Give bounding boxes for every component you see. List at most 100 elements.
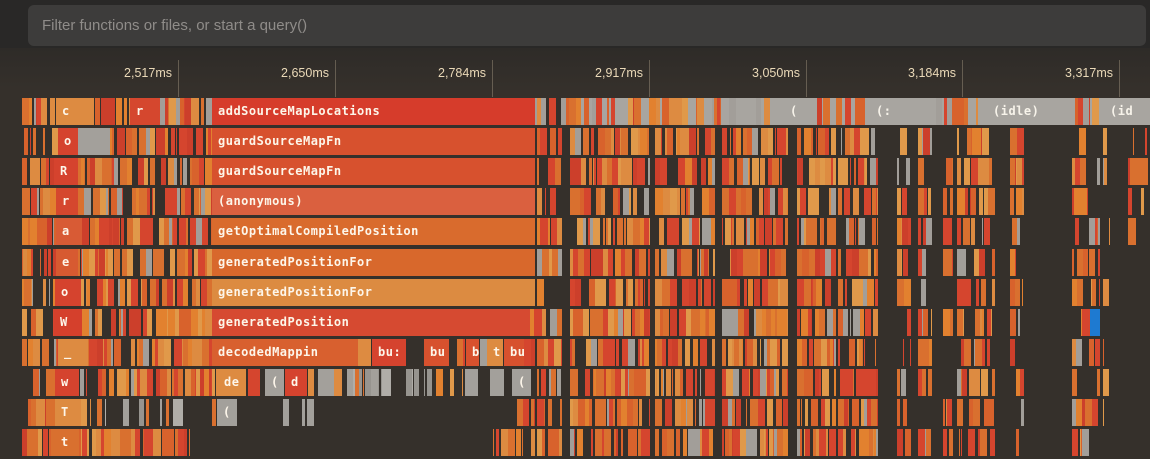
flame-stripe[interactable] — [359, 369, 362, 396]
flame-stripe[interactable] — [171, 128, 175, 155]
flame-stripe[interactable] — [802, 339, 807, 366]
flame-stripe[interactable] — [570, 369, 578, 396]
flame-stripe[interactable] — [131, 279, 138, 306]
flame-stripe[interactable] — [540, 128, 547, 155]
flame-stripe[interactable] — [1097, 369, 1100, 396]
flame-stripe[interactable] — [865, 309, 871, 336]
flame-stripe[interactable] — [689, 128, 696, 155]
flame-stripe[interactable] — [550, 128, 556, 155]
flame-stripe[interactable] — [36, 399, 45, 426]
flame-stripe[interactable] — [750, 218, 754, 245]
flame-stripe[interactable] — [24, 128, 28, 155]
flame-stripe[interactable] — [1103, 369, 1109, 396]
flame-stripe[interactable] — [1098, 218, 1100, 245]
flame-stripe[interactable] — [853, 309, 860, 336]
flame-bar[interactable]: decodedMappin — [212, 339, 358, 366]
flame-stripe[interactable] — [722, 188, 729, 215]
flame-stripe[interactable] — [733, 369, 739, 396]
flame-stripe[interactable] — [1098, 249, 1100, 276]
flame-stripe[interactable] — [705, 399, 715, 426]
flame-stripe[interactable] — [849, 218, 854, 245]
flame-stripe[interactable] — [120, 158, 127, 185]
flame-stripe[interactable] — [841, 128, 842, 155]
flame-stripe[interactable] — [709, 188, 715, 215]
flame-stripe[interactable] — [943, 218, 952, 245]
flame-stripe[interactable] — [850, 158, 851, 185]
flame-stripe[interactable] — [752, 158, 759, 185]
flame-stripe[interactable] — [959, 429, 960, 456]
flame-stripe[interactable] — [826, 429, 828, 456]
flame-stripe[interactable] — [876, 158, 878, 185]
flame-stripe[interactable] — [1021, 399, 1024, 426]
flame-stripe[interactable] — [902, 188, 907, 215]
flame-stripe[interactable] — [811, 218, 817, 245]
flame-bar[interactable]: t — [487, 339, 503, 366]
flame-stripe[interactable] — [713, 279, 715, 306]
flame-stripe[interactable] — [992, 279, 995, 306]
flame-stripe[interactable] — [833, 309, 836, 336]
flame-stripe[interactable] — [679, 309, 686, 336]
flame-stripe[interactable] — [121, 218, 124, 245]
flame-stripe[interactable] — [1083, 249, 1088, 276]
flame-stripe[interactable] — [709, 309, 715, 336]
flame-stripe[interactable] — [133, 218, 140, 245]
flame-stripe[interactable] — [150, 128, 155, 155]
flame-stripe[interactable] — [603, 218, 605, 245]
flame-stripe[interactable] — [720, 98, 721, 125]
flame-stripe[interactable] — [111, 339, 113, 366]
flame-stripe[interactable] — [963, 218, 970, 245]
flame-stripe[interactable] — [776, 218, 783, 245]
flame-stripe[interactable] — [781, 249, 786, 276]
flame-stripe[interactable] — [655, 188, 663, 215]
flame-stripe[interactable] — [202, 218, 208, 245]
flame-stripe[interactable] — [608, 249, 613, 276]
flame-stripe[interactable] — [371, 369, 378, 396]
flame-stripe[interactable] — [930, 128, 932, 155]
flame-stripe[interactable] — [865, 158, 867, 185]
flame-stripe[interactable] — [147, 309, 152, 336]
flame-stripe[interactable] — [787, 188, 788, 215]
flame-stripe[interactable] — [732, 399, 735, 426]
flame-stripe[interactable] — [876, 249, 878, 276]
flame-stripe[interactable] — [800, 188, 806, 215]
flame-stripe[interactable] — [38, 429, 42, 456]
flame-stripe[interactable] — [22, 188, 30, 215]
flame-stripe[interactable] — [1020, 369, 1024, 396]
flame-stripe[interactable] — [170, 249, 175, 276]
flame-stripe[interactable] — [811, 309, 812, 336]
flame-stripe[interactable] — [557, 218, 562, 245]
flame-stripe[interactable] — [823, 98, 830, 125]
flame-stripe[interactable] — [783, 429, 788, 456]
flame-stripe[interactable] — [854, 158, 856, 185]
flame-stripe[interactable] — [146, 399, 149, 426]
flame-stripe[interactable] — [975, 339, 982, 366]
flame-stripe[interactable] — [1141, 188, 1144, 215]
flame-stripe[interactable] — [554, 339, 561, 366]
flame-stripe[interactable] — [648, 158, 650, 185]
flame-stripe[interactable] — [598, 128, 605, 155]
flame-stripe[interactable] — [957, 249, 966, 276]
flame-stripe[interactable] — [574, 429, 575, 456]
flame-stripe[interactable] — [537, 399, 544, 426]
flame-stripe[interactable] — [965, 188, 968, 215]
flame-stripe[interactable] — [212, 369, 215, 396]
flame-stripe[interactable] — [695, 399, 696, 426]
flame-bar[interactable]: generatedPositionFor — [212, 279, 535, 306]
flame-stripe[interactable] — [656, 98, 660, 125]
flame-stripe[interactable] — [825, 399, 830, 426]
flame-stripe[interactable] — [617, 218, 623, 245]
flame-stripe[interactable] — [749, 158, 750, 185]
flame-stripe[interactable] — [307, 399, 314, 426]
flame-stripe[interactable] — [670, 279, 677, 306]
flame-stripe[interactable] — [834, 369, 836, 396]
flame-stripe[interactable] — [147, 188, 150, 215]
flame-stripe[interactable] — [844, 188, 850, 215]
flame-stripe[interactable] — [161, 158, 166, 185]
flame-stripe[interactable] — [697, 128, 699, 155]
flame-stripe[interactable] — [144, 429, 151, 456]
flame-stripe[interactable] — [754, 279, 760, 306]
flame-stripe[interactable] — [169, 98, 176, 125]
flame-bar[interactable]: ( — [217, 399, 237, 426]
flame-stripe[interactable] — [1085, 399, 1092, 426]
flame-stripe[interactable] — [559, 429, 562, 456]
